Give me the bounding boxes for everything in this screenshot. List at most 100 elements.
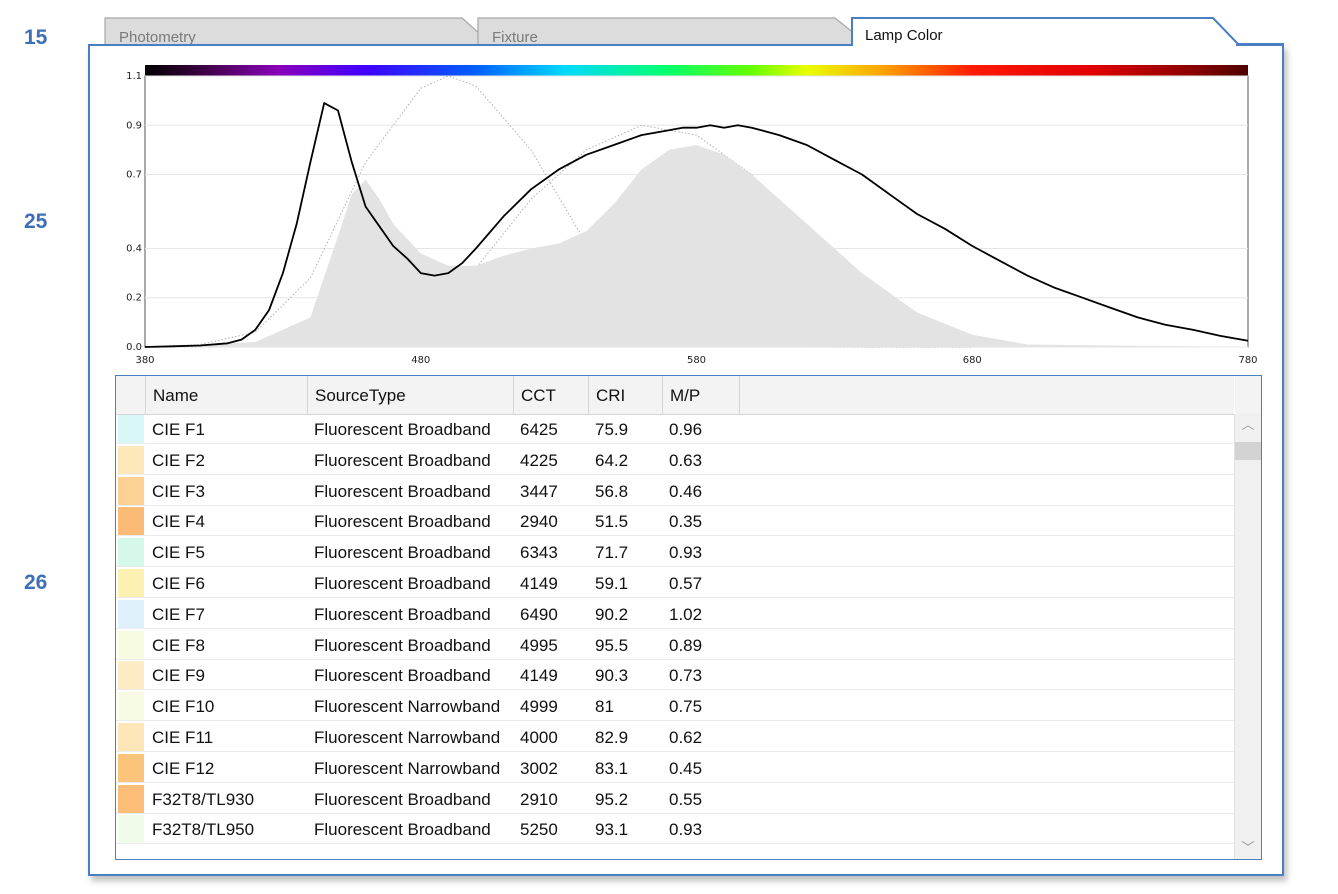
cell-mp: 0.96 [669,420,703,439]
cell-cri: 59.1 [595,574,629,593]
spectral-chart-svg: 0.0 0.2 0.4 0.7 0.9 1.1 380 480 580 680 780 [126,65,1258,366]
cell-name: CIE F6 [152,574,205,593]
table-row[interactable]: CIE F7 Fluorescent Broadband 6490 90.2 1.02 [116,599,1234,629]
table-row[interactable]: F32T8/TL930 Fluorescent Broadband 2910 95.2… [116,784,1234,814]
table-row[interactable]: CIE F9 Fluorescent Broadband 4149 90.3 0.73 [116,660,1234,691]
lamp-table: Name SourceType CCT CRI M/P CIE F1 Fluore… [115,375,1262,860]
cell-type: Fluorescent Broadband [314,512,491,532]
cell-cct: 4995 [520,635,558,655]
y-tick-label: 0.2 [126,293,142,304]
color-swatch [118,415,144,443]
table-row[interactable]: CIE F11 Fluorescent Narrowband 4000 82.9 0.6… [116,722,1234,752]
cell-mp: 0.93 [669,543,703,563]
cell-cct: 4000 [520,728,558,747]
cell-cri: 93.1 [595,820,629,840]
cell-type: Fluorescent Broadband [314,789,491,809]
scrollbar-thumb[interactable] [1235,442,1261,460]
x-tick-label: 580 [687,355,706,366]
table-row[interactable]: CIE F10 Fluorescent Narrowband 4999 81 0.75 [116,691,1234,722]
column-header-name[interactable]: Name [146,376,308,414]
cell-cri: 51.5 [595,512,629,532]
cell-name: CIE F7 [152,604,205,624]
color-swatch [118,630,144,659]
cell-mp: 0.46 [669,481,703,501]
header-swatch-column [116,376,146,414]
scroll-up-icon[interactable]: ︿ [1235,416,1261,436]
callout-number: 25 [24,210,48,233]
cell-type: Fluorescent Broadband [314,604,491,624]
cell-type: Fluorescent Broadband [314,481,491,501]
cell-mp: 0.45 [669,758,703,778]
tab-label: Lamp Color [865,27,943,44]
cell-type: Fluorescent Narrowband [314,758,501,778]
column-header-mp[interactable]: M/P [663,376,740,414]
cell-name: F32T8/TL950 [152,820,255,840]
x-tick-label: 380 [135,355,154,366]
spectral-fill-area [145,145,1248,347]
cell-cct: 6425 [520,420,558,439]
x-tick-label: 480 [411,355,430,366]
cell-cct: 3002 [520,758,558,778]
color-swatch [118,753,144,782]
cell-mp: 1.02 [669,604,703,624]
table-row[interactable]: CIE F8 Fluorescent Broadband 4995 95.5 0.89 [116,630,1234,660]
table-row[interactable]: CIE F2 Fluorescent Broadband 4225 64.2 0.63 [116,445,1234,475]
cell-mp: 0.75 [669,697,703,717]
cell-type: Fluorescent Broadband [314,820,491,840]
cell-mp: 0.89 [669,635,703,655]
column-header-cct[interactable]: CCT [514,376,589,414]
color-swatch [118,445,144,474]
cell-mp: 0.73 [669,666,703,686]
color-swatch [118,784,144,813]
cell-cct: 6343 [520,543,558,563]
cell-cct: 5250 [520,820,558,840]
cell-name: F32T8/TL930 [152,789,255,809]
scroll-down-icon[interactable]: ﹀ [1235,839,1261,859]
column-header-cri[interactable]: CRI [589,376,663,414]
tab-lamp-color[interactable]: Lamp Color [851,17,1284,48]
cell-name: CIE F9 [152,666,205,686]
cell-type: Fluorescent Broadband [314,574,491,593]
cell-type: Fluorescent Narrowband [314,728,501,747]
cell-cri: 95.5 [595,635,629,655]
cell-type: Fluorescent Broadband [314,450,491,470]
table-row[interactable]: F32T8/TL950 Fluorescent Broadband 5250 93.1… [116,814,1234,845]
cell-mp: 0.55 [669,789,703,809]
y-tick-label: 0.7 [126,170,142,181]
spectral-chart: 0.0 0.2 0.4 0.7 0.9 1.1 380 480 580 680 780 [108,58,1268,370]
vertical-scrollbar[interactable]: ︿ ﹀ [1234,414,1261,859]
cell-name: CIE F5 [152,543,205,563]
cell-mp: 0.57 [669,574,703,593]
table-header: Name SourceType CCT CRI M/P [116,376,1234,415]
cell-type: Fluorescent Broadband [314,543,491,563]
y-tick-label: 0.9 [126,120,142,131]
table-row[interactable]: CIE F3 Fluorescent Broadband 3447 56.8 0.46 [116,476,1234,506]
cell-cct: 4149 [520,574,558,593]
cell-cri: 81 [595,697,614,717]
table-body: CIE F1 Fluorescent Broadband 6425 75.9 0.96 C… [116,414,1234,859]
x-tick-label: 680 [963,355,982,366]
active-tab-strip: Lamp Color [851,17,1284,48]
cell-cct: 4149 [520,666,558,686]
table-row[interactable]: CIE F1 Fluorescent Broadband 6425 75.9 0.96 [116,414,1234,444]
color-swatch [118,661,144,690]
table-row[interactable]: CIE F6 Fluorescent Broadband 4149 59.1 0.57 [116,568,1234,598]
cell-name: CIE F3 [152,481,205,501]
callout-number: 26 [24,571,48,594]
header-corner [1235,376,1261,415]
cell-cri: 71.7 [595,543,629,563]
color-swatch [118,476,144,505]
cell-type: Fluorescent Broadband [314,635,491,655]
cell-cri: 83.1 [595,758,629,778]
color-swatch [118,569,144,597]
cell-cct: 4999 [520,697,558,717]
color-swatch [118,599,144,628]
cell-mp: 0.62 [669,728,703,747]
table-row[interactable]: CIE F4 Fluorescent Broadband 2940 51.5 0.35 [116,506,1234,537]
spectrum-bar [145,65,1248,76]
table-row[interactable]: CIE F12 Fluorescent Narrowband 3002 83.1 0.4… [116,753,1234,783]
cell-cct: 4225 [520,450,558,470]
column-header-sourcetype[interactable]: SourceType [308,376,514,414]
cell-cri: 90.2 [595,604,629,624]
table-row[interactable]: CIE F5 Fluorescent Broadband 6343 71.7 0.93 [116,537,1234,568]
